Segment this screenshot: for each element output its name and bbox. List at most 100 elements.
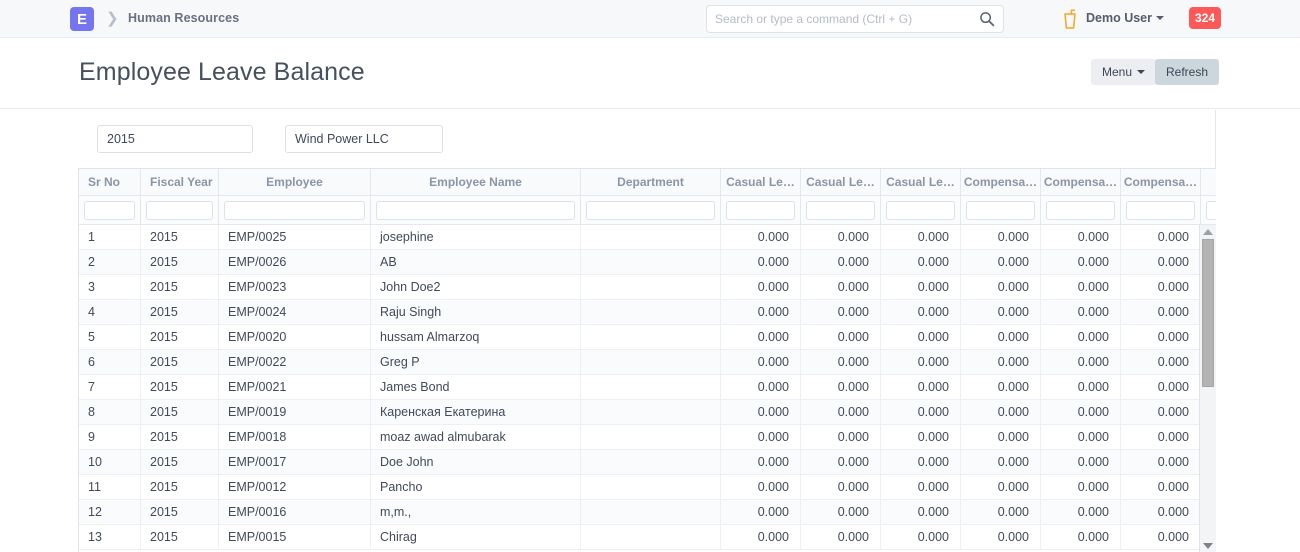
vertical-scrollbar[interactable] [1199,225,1216,552]
column-filter-cell[interactable] [881,196,961,224]
table-cell[interactable]: 2015 [141,425,219,449]
scroll-down-arrow-icon[interactable] [1200,539,1216,552]
table-cell[interactable]: EMP/0016 [219,500,371,524]
table-cell[interactable]: 0.000 [1041,325,1121,349]
table-cell[interactable]: 0.000 [1041,375,1121,399]
breadcrumb-human-resources[interactable]: Human Resources [128,11,239,25]
table-cell[interactable]: 0.000 [961,400,1041,424]
table-cell[interactable]: 0.000 [801,350,881,374]
table-cell[interactable]: 0.000 [961,475,1041,499]
table-cell[interactable]: EMP/0019 [219,400,371,424]
table-cell[interactable]: EMP/0015 [219,525,371,549]
table-cell[interactable]: 0.000 [801,300,881,324]
table-cell[interactable]: 8 [79,400,141,424]
column-header[interactable]: Employee [219,169,371,195]
table-cell[interactable] [581,475,721,499]
table-cell[interactable]: 0.000 [1121,400,1201,424]
table-cell[interactable] [581,525,721,549]
table-cell[interactable]: 10 [79,450,141,474]
table-cell[interactable]: 0.000 [881,225,961,249]
table-cell[interactable]: 0.000 [1041,275,1121,299]
table-cell[interactable]: m,m., [371,500,581,524]
cup-icon[interactable] [1062,8,1078,30]
table-cell[interactable]: 0.000 [961,525,1041,549]
column-header[interactable]: em [1201,169,1216,195]
table-cell[interactable]: 0.000 [881,350,961,374]
column-filter-cell[interactable] [79,196,141,224]
column-filter-cell[interactable] [371,196,581,224]
column-filter-cell[interactable] [1201,196,1216,224]
table-cell[interactable]: 0.000 [881,475,961,499]
table-cell[interactable]: 2 [79,250,141,274]
table-cell[interactable]: EMP/0024 [219,300,371,324]
column-filter-cell[interactable] [1121,196,1201,224]
table-cell[interactable]: moaz awad almubarak [371,425,581,449]
table-cell[interactable]: 0.000 [1041,425,1121,449]
table-cell[interactable]: 2015 [141,250,219,274]
table-cell[interactable]: 11 [79,475,141,499]
user-menu-button[interactable]: Demo User [1086,11,1164,25]
table-cell[interactable]: 0.000 [721,225,801,249]
table-cell[interactable]: 0.000 [961,375,1041,399]
column-header[interactable]: Compensa… [1041,169,1121,195]
column-filter-input[interactable] [966,201,1035,220]
column-header[interactable]: Employee Name [371,169,581,195]
column-header[interactable]: Compensa… [1121,169,1201,195]
column-header[interactable]: Casual Le… [801,169,881,195]
table-cell[interactable]: EMP/0021 [219,375,371,399]
table-cell[interactable]: 0.000 [721,450,801,474]
column-filter-input[interactable] [224,201,365,220]
table-cell[interactable]: 0.000 [1121,225,1201,249]
table-cell[interactable]: 0.000 [801,225,881,249]
table-cell[interactable]: 0.000 [801,450,881,474]
table-cell[interactable]: 1 [79,225,141,249]
table-cell[interactable]: 0.000 [1121,425,1201,449]
table-cell[interactable]: 0.000 [801,525,881,549]
table-cell[interactable]: 0.000 [721,325,801,349]
table-cell[interactable] [581,375,721,399]
table-cell[interactable]: AB [371,250,581,274]
table-cell[interactable]: 0.000 [961,250,1041,274]
table-cell[interactable]: 6 [79,350,141,374]
table-row[interactable]: 22015EMP/0026AB0.0000.0000.0000.0000.000… [79,250,1216,275]
column-header[interactable]: Department [581,169,721,195]
table-cell[interactable]: 0.000 [801,400,881,424]
table-cell[interactable]: 9 [79,425,141,449]
table-row[interactable]: 32015EMP/0023John Doe20.0000.0000.0000.0… [79,275,1216,300]
table-cell[interactable]: Каренская Екатерина [371,400,581,424]
table-cell[interactable]: 0.000 [801,375,881,399]
table-cell[interactable]: hussam Almarzoq [371,325,581,349]
menu-button[interactable]: Menu [1091,59,1156,85]
table-cell[interactable]: James Bond [371,375,581,399]
table-row[interactable]: 132015EMP/0015Chirag0.0000.0000.0000.000… [79,525,1216,550]
table-cell[interactable]: Raju Singh [371,300,581,324]
table-cell[interactable]: 0.000 [1041,525,1121,549]
column-filter-input[interactable] [1046,201,1115,220]
table-cell[interactable]: 0.000 [1121,475,1201,499]
column-filter-input[interactable] [886,201,955,220]
app-logo[interactable]: E [70,7,94,31]
column-filter-cell[interactable] [961,196,1041,224]
table-cell[interactable]: 0.000 [1041,475,1121,499]
table-cell[interactable]: 0.000 [721,275,801,299]
table-cell[interactable]: EMP/0020 [219,325,371,349]
refresh-button[interactable]: Refresh [1155,59,1219,85]
table-body[interactable]: 12015EMP/0025josephine0.0000.0000.0000.0… [79,225,1216,552]
table-cell[interactable]: Pancho [371,475,581,499]
column-filter-cell[interactable] [721,196,801,224]
table-cell[interactable]: 0.000 [1041,300,1121,324]
table-cell[interactable]: 0.000 [1121,350,1201,374]
table-cell[interactable]: 0.000 [801,250,881,274]
column-filter-input[interactable] [1126,201,1195,220]
column-header[interactable]: Compensa… [961,169,1041,195]
table-cell[interactable]: 2015 [141,475,219,499]
table-cell[interactable]: EMP/0023 [219,275,371,299]
table-cell[interactable] [581,250,721,274]
global-search[interactable] [706,5,1004,33]
table-cell[interactable]: 7 [79,375,141,399]
table-cell[interactable] [581,225,721,249]
table-row[interactable]: 122015EMP/0016m,m.,0.0000.0000.0000.0000… [79,500,1216,525]
table-row[interactable]: 72015EMP/0021James Bond0.0000.0000.0000.… [79,375,1216,400]
column-filter-input[interactable] [84,201,135,220]
table-cell[interactable]: 0.000 [1121,500,1201,524]
